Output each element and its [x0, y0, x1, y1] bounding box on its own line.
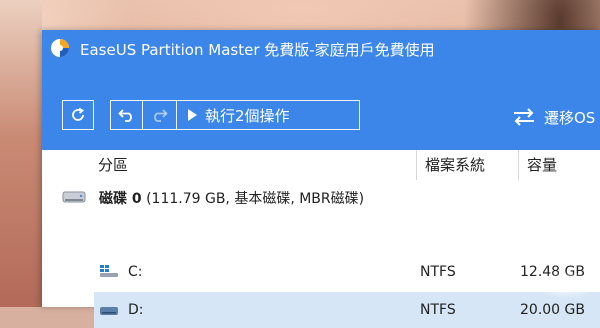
- partition-row-selected[interactable]: D: NTFS 20.00 GB: [94, 292, 600, 328]
- migrate-os-label: 遷移OS: [544, 108, 596, 127]
- title-bar: EaseUS Partition Master 免費版-家庭用戶免費使用: [42, 30, 600, 66]
- disk-row[interactable]: 磁碟 0 (111.79 GB, 基本磁碟, MBR磁碟): [42, 182, 600, 212]
- apply-operations-label: 執行2個操作: [205, 106, 290, 125]
- partition-row[interactable]: C: NTFS 12.48 GB: [42, 256, 600, 286]
- easeus-logo-icon: [51, 39, 69, 57]
- window-title: EaseUS Partition Master 免費版-家庭用戶免費使用: [80, 41, 435, 59]
- hard-disk-icon: [62, 191, 86, 203]
- toolbar: 執行2個操作 遷移OS: [42, 66, 600, 150]
- undo-icon: [117, 109, 132, 122]
- app-window: EaseUS Partition Master 免費版-家庭用戶免費使用 執行2…: [42, 30, 600, 328]
- refresh-button[interactable]: [62, 100, 94, 130]
- disk-label: 磁碟 0 (111.79 GB, 基本磁碟, MBR磁碟): [99, 188, 364, 208]
- partition-filesystem: NTFS: [420, 264, 456, 280]
- partition-table-header: 分區 檔案系統 容量: [42, 150, 600, 180]
- operations-button-group: 執行2個操作: [110, 100, 360, 130]
- partition-name: D:: [128, 302, 144, 318]
- migrate-arrows-icon: [514, 108, 534, 126]
- column-header-capacity[interactable]: 容量: [518, 150, 557, 180]
- drive-partition-icon: [100, 307, 118, 315]
- redo-button[interactable]: [142, 101, 177, 129]
- column-header-filesystem[interactable]: 檔案系統: [416, 150, 485, 180]
- windows-partition-icon: [100, 265, 118, 277]
- redo-icon: [154, 109, 168, 122]
- watermark-blur: [536, 270, 596, 300]
- disk-details: (111.79 GB, 基本磁碟, MBR磁碟): [146, 191, 365, 207]
- desktop-wallpaper-edge: [0, 0, 42, 307]
- partition-name: C:: [128, 264, 143, 280]
- partition-capacity: 20.00 GB: [520, 302, 585, 318]
- column-header-partition[interactable]: 分區: [98, 150, 128, 180]
- partition-filesystem: NTFS: [420, 302, 456, 318]
- play-icon: [188, 109, 197, 121]
- migrate-os-button[interactable]: 遷移OS: [512, 106, 595, 128]
- disk-name: 磁碟 0: [99, 191, 142, 207]
- undo-button[interactable]: [111, 101, 143, 129]
- refresh-icon: [72, 107, 85, 121]
- apply-operations-button[interactable]: 執行2個操作: [177, 101, 361, 129]
